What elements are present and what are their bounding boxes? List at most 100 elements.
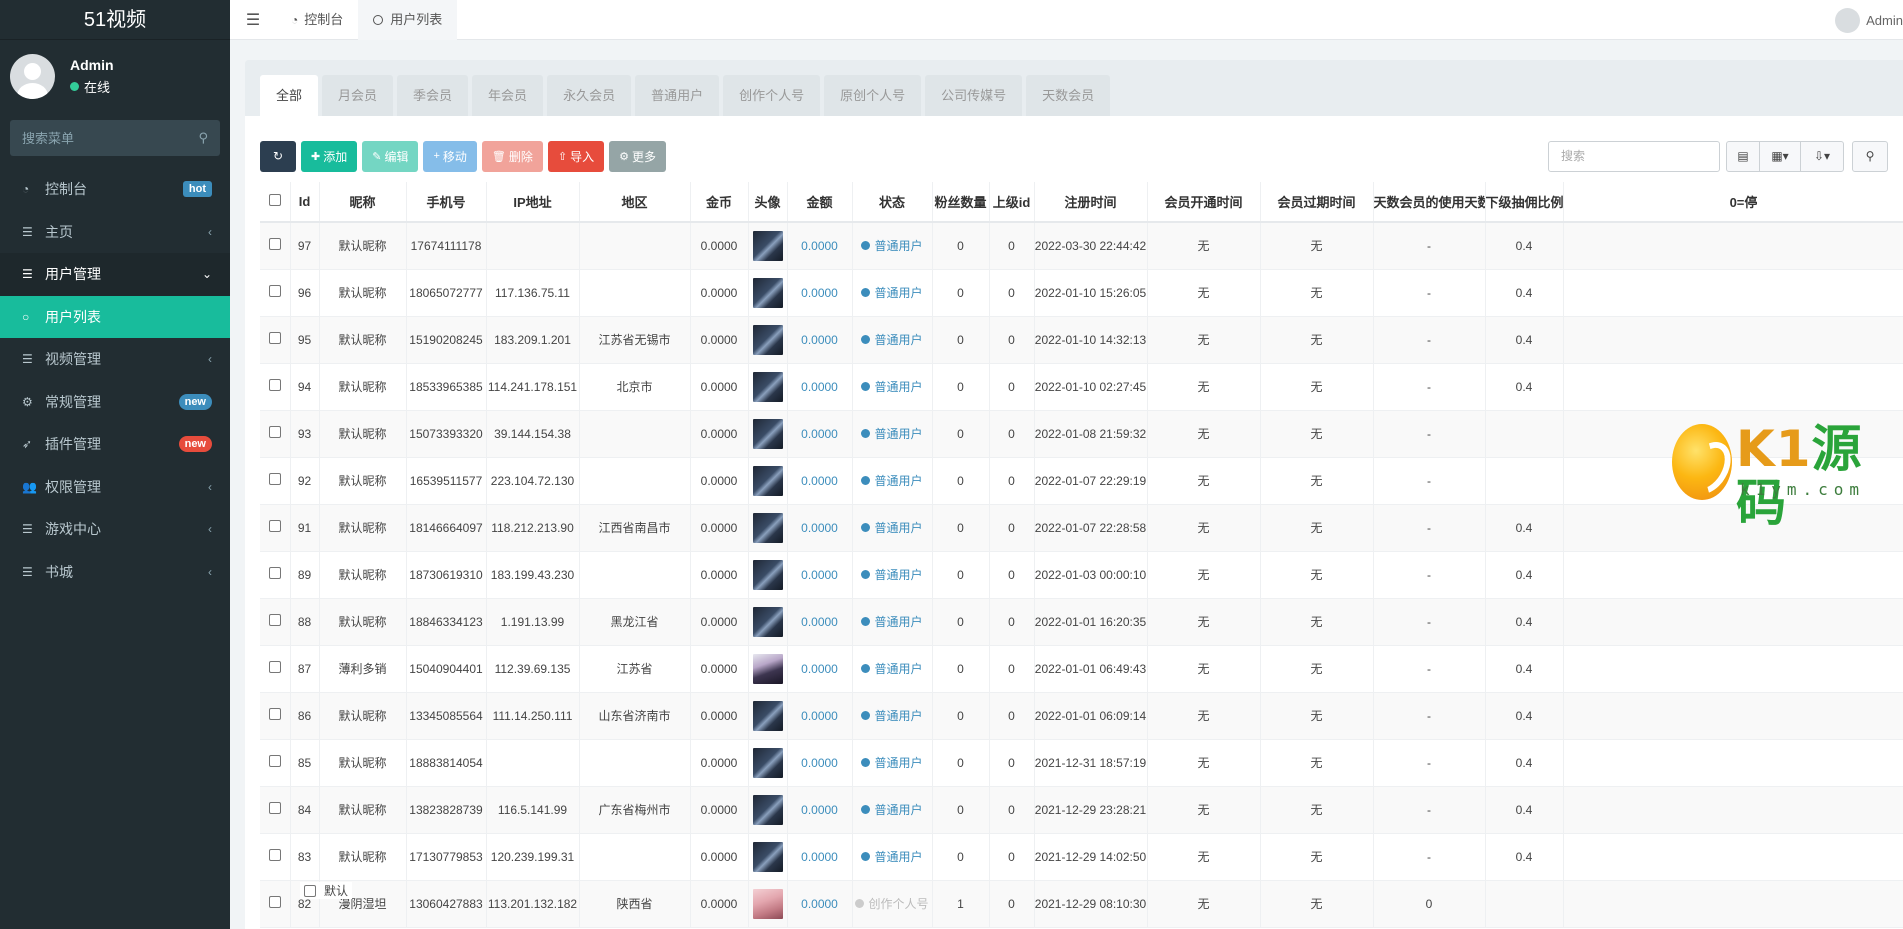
amount-link[interactable]: 0.0000 bbox=[801, 615, 838, 629]
sidebar-item[interactable]: ◔ 控制台 hot bbox=[0, 168, 230, 211]
amount-link[interactable]: 0.0000 bbox=[801, 850, 838, 864]
status-badge[interactable]: 普通用户 bbox=[861, 754, 923, 771]
row-checkbox[interactable] bbox=[268, 614, 281, 626]
avatar[interactable] bbox=[752, 324, 783, 355]
status-badge[interactable]: 普通用户 bbox=[861, 284, 923, 301]
tab-user-list[interactable]: 用户列表 bbox=[358, 0, 458, 40]
avatar[interactable] bbox=[752, 841, 783, 872]
column-header[interactable]: 上级id bbox=[989, 182, 1035, 223]
column-header[interactable] bbox=[260, 182, 291, 223]
menu-toggle-icon[interactable]: ☰ bbox=[230, 10, 276, 30]
row-checkbox[interactable] bbox=[268, 473, 281, 485]
amount-link[interactable]: 0.0000 bbox=[801, 568, 838, 582]
amount-link[interactable]: 0.0000 bbox=[801, 286, 838, 300]
row-checkbox[interactable] bbox=[268, 849, 281, 861]
advanced-search-button[interactable]: ⚲ bbox=[1852, 140, 1888, 172]
row-checkbox[interactable] bbox=[268, 285, 281, 297]
table-search-input[interactable] bbox=[1548, 140, 1720, 172]
amount-link[interactable]: 0.0000 bbox=[801, 333, 838, 347]
avatar[interactable] bbox=[752, 559, 783, 590]
add-button[interactable]: ✚ 添加 bbox=[301, 140, 358, 172]
row-checkbox[interactable] bbox=[268, 379, 281, 391]
column-header[interactable]: 地区 bbox=[579, 182, 691, 223]
column-header[interactable]: 0=停 bbox=[1563, 182, 1903, 223]
avatar[interactable] bbox=[752, 371, 783, 402]
status-badge[interactable]: 普通用户 bbox=[861, 660, 923, 677]
amount-link[interactable]: 0.0000 bbox=[801, 803, 838, 817]
import-button[interactable]: ⇧ 导入 bbox=[547, 140, 605, 172]
status-badge[interactable]: 普通用户 bbox=[861, 613, 923, 630]
avatar[interactable] bbox=[752, 512, 783, 543]
amount-link[interactable]: 0.0000 bbox=[801, 662, 838, 676]
amount-link[interactable]: 0.0000 bbox=[801, 897, 838, 911]
column-header[interactable]: 天数会员的使用天数 bbox=[1373, 182, 1486, 223]
top-user-menu[interactable]: Admin bbox=[1835, 0, 1903, 40]
move-button[interactable]: + 移动 bbox=[423, 140, 477, 172]
status-badge[interactable]: 普通用户 bbox=[861, 425, 923, 442]
amount-link[interactable]: 0.0000 bbox=[801, 380, 838, 394]
row-checkbox[interactable] bbox=[268, 426, 281, 438]
table-row[interactable]: 84 默认昵称 13823828739 116.5.141.99 广东省梅州市 0.000… bbox=[260, 786, 1903, 834]
column-header[interactable]: 金币 bbox=[690, 182, 749, 223]
table-row[interactable]: 88 默认昵称 18846334123 1.191.13.99 黑龙江省 0.0000 0.… bbox=[260, 598, 1903, 646]
filter-tab[interactable]: 全部 bbox=[260, 75, 319, 116]
sidebar-item[interactable]: ☰ 视频管理 ‹ bbox=[0, 338, 230, 381]
app-logo[interactable]: 51视频 bbox=[0, 0, 230, 40]
sidebar-item[interactable]: ⚙ 常规管理 new bbox=[0, 381, 230, 424]
status-badge[interactable]: 普通用户 bbox=[861, 801, 923, 818]
column-header[interactable]: 金额 bbox=[787, 182, 853, 223]
card-view-toggle[interactable]: ▤ bbox=[1726, 140, 1760, 172]
amount-link[interactable]: 0.0000 bbox=[801, 239, 838, 253]
status-badge[interactable]: 普通用户 bbox=[861, 848, 923, 865]
amount-link[interactable]: 0.0000 bbox=[801, 756, 838, 770]
row-checkbox[interactable] bbox=[268, 802, 281, 814]
column-header[interactable]: 会员过期时间 bbox=[1260, 182, 1374, 223]
row-checkbox[interactable] bbox=[268, 708, 281, 720]
delete-button[interactable]: 🗑 删除 bbox=[481, 140, 543, 172]
search-icon[interactable]: ⚲ bbox=[198, 130, 208, 146]
table-row[interactable]: 82 漫阴湿坦 13060427883 113.201.132.182 陕西省 0.000… bbox=[260, 880, 1903, 928]
column-header[interactable]: IP地址 bbox=[486, 182, 580, 223]
avatar[interactable] bbox=[752, 277, 783, 308]
amount-link[interactable]: 0.0000 bbox=[801, 474, 838, 488]
table-row[interactable]: 89 默认昵称 18730619310 183.199.43.230 0.0000 0.0… bbox=[260, 551, 1903, 599]
column-header[interactable]: 头像 bbox=[748, 182, 788, 223]
row-checkbox[interactable] bbox=[268, 896, 281, 908]
table-row[interactable]: 87 薄利多销 15040904401 112.39.69.135 江苏省 0.0000 0… bbox=[260, 645, 1903, 693]
amount-link[interactable]: 0.0000 bbox=[801, 521, 838, 535]
table-row[interactable]: 97 默认昵称 17674111178 0.0000 0.0000 普通用户 0 0 2022-… bbox=[260, 222, 1903, 270]
row-checkbox[interactable] bbox=[268, 520, 281, 532]
filter-tab[interactable]: 季会员 bbox=[397, 75, 469, 116]
row-checkbox[interactable] bbox=[304, 884, 316, 897]
avatar[interactable] bbox=[752, 230, 783, 261]
avatar[interactable] bbox=[752, 747, 783, 778]
avatar[interactable] bbox=[752, 606, 783, 637]
column-header[interactable]: 注册时间 bbox=[1034, 182, 1148, 223]
select-all-checkbox[interactable] bbox=[268, 194, 281, 206]
avatar[interactable] bbox=[752, 888, 783, 919]
filter-tab[interactable]: 永久会员 bbox=[547, 75, 632, 116]
refresh-button[interactable]: ↻ bbox=[260, 140, 296, 172]
sidebar-item[interactable]: ☰ 用户管理 ⌄ bbox=[0, 253, 230, 296]
table-row[interactable]: 83 默认昵称 17130779853 120.239.199.31 0.0000 0.0… bbox=[260, 833, 1903, 881]
sidebar-item[interactable]: ☰ 主页 ‹ bbox=[0, 211, 230, 254]
amount-link[interactable]: 0.0000 bbox=[801, 709, 838, 723]
filter-tab[interactable]: 年会员 bbox=[472, 75, 544, 116]
status-badge[interactable]: 普通用户 bbox=[861, 331, 923, 348]
sidebar-item[interactable]: 👥 权限管理 ‹ bbox=[0, 466, 230, 509]
export-dropdown[interactable]: ⇩▾ bbox=[1800, 140, 1844, 172]
filter-tab[interactable]: 公司传媒号 bbox=[925, 75, 1023, 116]
sidebar-item[interactable]: ○ 用户列表 bbox=[0, 295, 230, 338]
table-row[interactable]: 92 默认昵称 16539511577 223.104.72.130 0.0000 0.0… bbox=[260, 457, 1903, 505]
avatar[interactable] bbox=[752, 465, 783, 496]
status-badge[interactable]: 普通用户 bbox=[861, 707, 923, 724]
column-header[interactable]: 手机号 bbox=[406, 182, 487, 223]
table-row[interactable]: 85 默认昵称 18883814054 0.0000 0.0000 普通用户 0 0 2021-… bbox=[260, 739, 1903, 787]
table-row[interactable]: 95 默认昵称 15190208245 183.209.1.201 江苏省无锡市 0.00… bbox=[260, 316, 1903, 364]
more-button[interactable]: ⚙ 更多 bbox=[609, 140, 667, 172]
status-badge[interactable]: 普通用户 bbox=[861, 472, 923, 489]
edit-button[interactable]: ✎ 编辑 bbox=[362, 140, 419, 172]
sidebar-item[interactable]: ☰ 游戏中心 ‹ bbox=[0, 508, 230, 551]
status-badge[interactable]: 普通用户 bbox=[861, 237, 923, 254]
column-header[interactable]: 会员开通时间 bbox=[1147, 182, 1261, 223]
